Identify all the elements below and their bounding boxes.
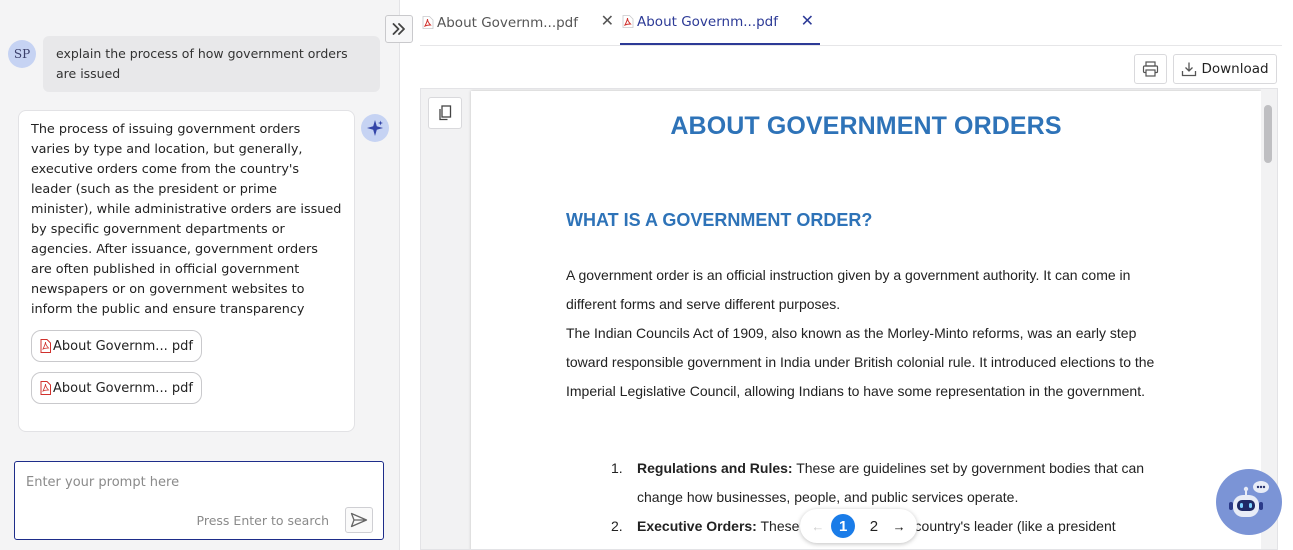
avatar: SP (8, 40, 36, 68)
tab-label: About Governm...pdf (637, 13, 779, 30)
double-chevron-right-icon (392, 23, 405, 35)
next-page-button[interactable]: → (893, 519, 906, 534)
document-paragraph: A government order is an official instru… (566, 267, 1131, 312)
document-paragraph: The Indian Councils Act of 1909, also kn… (566, 325, 1155, 399)
ai-sparkle-icon (361, 114, 389, 142)
list-number: 2. (611, 518, 623, 534)
pdf-icon (422, 16, 434, 29)
download-button[interactable]: Download (1173, 54, 1277, 84)
prompt-input[interactable] (15, 462, 383, 502)
source-chip-label: About Governm... pdf (53, 338, 193, 354)
download-icon (1182, 62, 1197, 77)
close-icon[interactable]: ✕ (601, 12, 614, 30)
robot-icon (1229, 481, 1269, 517)
source-chip-label: About Governm... pdf (53, 380, 193, 396)
source-chip[interactable]: About Governm... pdf (31, 330, 202, 362)
send-button[interactable] (345, 507, 373, 533)
document-page: ABOUT GOVERNMENT ORDERS WHAT IS A GOVERN… (471, 91, 1261, 549)
tab-document-1[interactable]: About Governm...pdf ✕ (420, 0, 620, 45)
pdf-icon (40, 339, 51, 353)
printer-icon (1142, 61, 1159, 77)
user-message: SP explain the process of how government… (8, 36, 380, 92)
copy-icon (439, 105, 452, 121)
print-button[interactable] (1134, 54, 1167, 84)
chat-panel: SP explain the process of how government… (0, 0, 400, 550)
list-term: Regulations and Rules: (637, 460, 793, 476)
pdf-icon (622, 15, 634, 28)
send-icon (350, 512, 368, 528)
bot-message: The process of issuing government orders… (18, 110, 355, 432)
bot-message-text: The process of issuing government orders… (31, 122, 342, 317)
prompt-hint: Press Enter to search (196, 513, 329, 528)
page-button-2[interactable]: 2 (862, 514, 886, 538)
pdf-icon (40, 381, 51, 395)
page-button-1[interactable]: 1 (831, 514, 856, 538)
tab-label: About Governm...pdf (437, 14, 579, 31)
user-message-text: explain the process of how government or… (43, 36, 380, 92)
document-title: ABOUT GOVERNMENT ORDERS (670, 112, 1062, 140)
source-chip[interactable]: About Governm... pdf (31, 372, 202, 404)
copy-button[interactable] (428, 97, 462, 129)
scrollbar-thumb[interactable] (1264, 105, 1272, 163)
close-icon[interactable]: ✕ (801, 12, 814, 30)
prev-page-button[interactable]: ← (811, 519, 824, 534)
tab-document-2[interactable]: About Governm...pdf ✕ (620, 0, 820, 45)
prompt-box: Press Enter to search (14, 461, 384, 540)
tabs-divider (420, 45, 1282, 46)
chatbot-button[interactable] (1216, 469, 1282, 535)
collapse-panel-button[interactable] (385, 15, 413, 43)
document-viewer: ABOUT GOVERNMENT ORDERS WHAT IS A GOVERN… (420, 88, 1278, 550)
list-item: 1. Regulations and Rules: These are guide… (611, 454, 1171, 512)
page-navigator: ← 1 2 → (800, 509, 917, 543)
list-term: Executive Orders: (637, 518, 757, 534)
document-heading: WHAT IS A GOVERNMENT ORDER? (566, 210, 873, 230)
list-number: 1. (611, 460, 623, 476)
download-label: Download (1201, 61, 1269, 77)
